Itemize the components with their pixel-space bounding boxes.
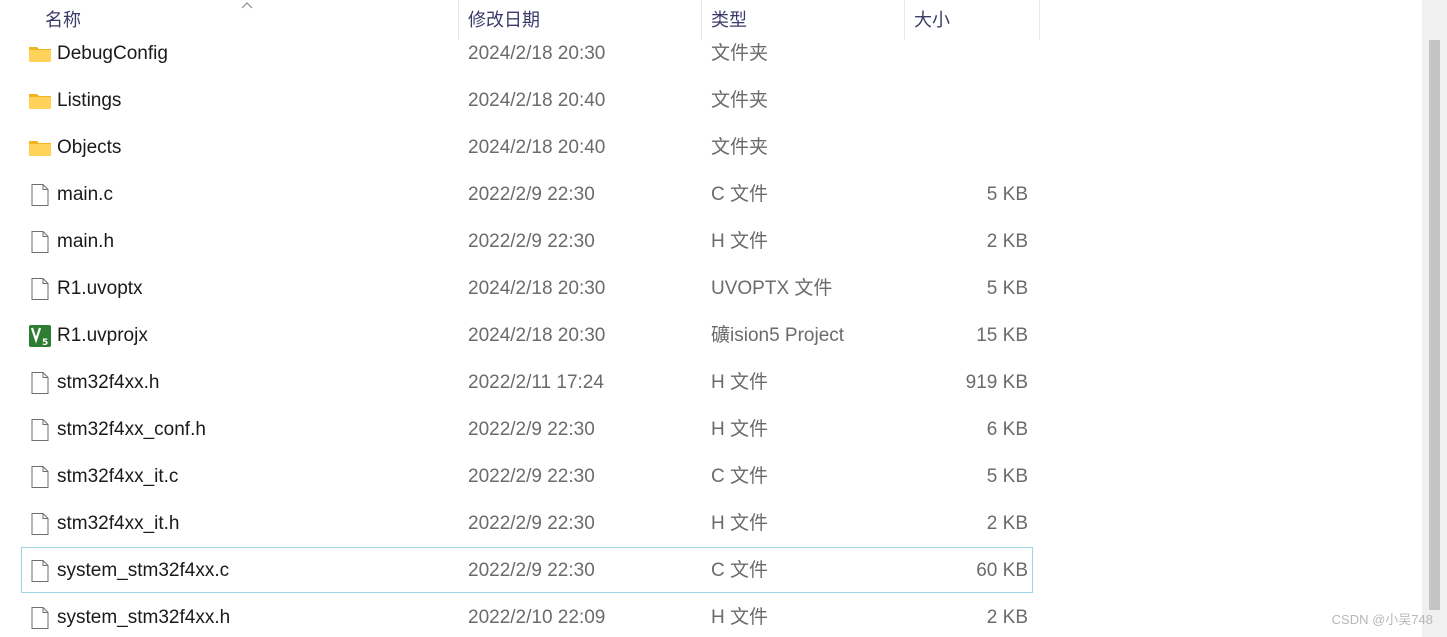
file-type: C 文件 bbox=[711, 184, 769, 205]
file-type: C 文件 bbox=[711, 466, 769, 487]
file-size: 2 KB bbox=[986, 513, 1028, 534]
file-row[interactable]: DebugConfig 2024/2/18 20:30 文件夹 bbox=[21, 30, 1033, 76]
file-size: 5 KB bbox=[986, 278, 1028, 299]
file-row[interactable]: Listings 2024/2/18 20:40 文件夹 bbox=[21, 77, 1033, 123]
file-icon bbox=[28, 277, 52, 301]
file-type: 文件夹 bbox=[711, 137, 769, 158]
file-name: stm32f4xx_it.c bbox=[57, 466, 179, 487]
file-modified-date: 2022/2/9 22:30 bbox=[468, 560, 595, 581]
file-row[interactable]: 5 R1.uvprojx 2024/2/18 20:30 礦ision5 Projec… bbox=[21, 312, 1033, 358]
file-size: 919 KB bbox=[965, 372, 1028, 393]
file-size: 15 KB bbox=[976, 325, 1028, 346]
file-type: H 文件 bbox=[711, 513, 769, 534]
file-size: 2 KB bbox=[986, 231, 1028, 252]
file-row[interactable]: main.h 2022/2/9 22:30 H 文件 2 KB bbox=[21, 218, 1033, 264]
file-row[interactable]: system_stm32f4xx.c 2022/2/9 22:30 C 文件 60 K… bbox=[21, 547, 1033, 593]
folder-icon bbox=[28, 89, 52, 113]
keil-project-icon: 5 bbox=[28, 324, 52, 348]
file-icon bbox=[28, 418, 52, 442]
column-divider[interactable] bbox=[1039, 0, 1040, 40]
folder-icon bbox=[28, 42, 52, 66]
file-icon bbox=[28, 230, 52, 254]
file-modified-date: 2022/2/9 22:30 bbox=[468, 466, 595, 487]
file-type: 文件夹 bbox=[711, 90, 769, 111]
file-row[interactable]: stm32f4xx_conf.h 2022/2/9 22:30 H 文件 6 KB bbox=[21, 406, 1033, 452]
svg-text:5: 5 bbox=[42, 338, 48, 348]
file-type: H 文件 bbox=[711, 607, 769, 628]
file-type: H 文件 bbox=[711, 372, 769, 393]
vertical-scrollbar[interactable] bbox=[1422, 0, 1447, 637]
sort-ascending-icon[interactable] bbox=[240, 0, 254, 10]
file-row[interactable]: stm32f4xx_it.h 2022/2/9 22:30 H 文件 2 KB bbox=[21, 500, 1033, 546]
file-modified-date: 2024/2/18 20:40 bbox=[468, 137, 606, 158]
file-icon bbox=[28, 559, 52, 583]
file-size: 60 KB bbox=[976, 560, 1028, 581]
file-name: stm32f4xx_conf.h bbox=[57, 419, 206, 440]
file-name: system_stm32f4xx.h bbox=[57, 607, 231, 628]
file-name: Objects bbox=[57, 137, 122, 158]
file-modified-date: 2022/2/9 22:30 bbox=[468, 184, 595, 205]
file-size: 2 KB bbox=[986, 607, 1028, 628]
file-modified-date: 2022/2/9 22:30 bbox=[468, 419, 595, 440]
file-row[interactable]: stm32f4xx_it.c 2022/2/9 22:30 C 文件 5 KB bbox=[21, 453, 1033, 499]
file-icon bbox=[28, 606, 52, 630]
file-name: stm32f4xx_it.h bbox=[57, 513, 180, 534]
file-icon bbox=[28, 465, 52, 489]
file-type: C 文件 bbox=[711, 560, 769, 581]
file-icon bbox=[28, 183, 52, 207]
file-type: 文件夹 bbox=[711, 43, 769, 64]
file-modified-date: 2022/2/9 22:30 bbox=[468, 513, 595, 534]
file-name: system_stm32f4xx.c bbox=[57, 560, 230, 581]
file-modified-date: 2024/2/18 20:30 bbox=[468, 325, 606, 346]
file-row[interactable]: Objects 2024/2/18 20:40 文件夹 bbox=[21, 124, 1033, 170]
file-row[interactable]: R1.uvoptx 2024/2/18 20:30 UVOPTX 文件 5 KB bbox=[21, 265, 1033, 311]
file-icon bbox=[28, 371, 52, 395]
file-icon bbox=[28, 512, 52, 536]
file-size: 5 KB bbox=[986, 466, 1028, 487]
file-name: main.h bbox=[57, 231, 115, 252]
file-modified-date: 2024/2/18 20:40 bbox=[468, 90, 606, 111]
file-size: 5 KB bbox=[986, 184, 1028, 205]
file-row[interactable]: system_stm32f4xx.h 2022/2/10 22:09 H 文件 2 K… bbox=[21, 594, 1033, 637]
file-name: R1.uvoptx bbox=[57, 278, 143, 299]
file-modified-date: 2024/2/18 20:30 bbox=[468, 43, 606, 64]
file-name: stm32f4xx.h bbox=[57, 372, 160, 393]
file-type: H 文件 bbox=[711, 231, 769, 252]
file-name: main.c bbox=[57, 184, 113, 205]
file-modified-date: 2024/2/18 20:30 bbox=[468, 278, 606, 299]
file-name: R1.uvprojx bbox=[57, 325, 148, 346]
folder-icon bbox=[28, 136, 52, 160]
file-modified-date: 2022/2/9 22:30 bbox=[468, 231, 595, 252]
file-row[interactable]: main.c 2022/2/9 22:30 C 文件 5 KB bbox=[21, 171, 1033, 217]
file-modified-date: 2022/2/10 22:09 bbox=[468, 607, 606, 628]
file-type: H 文件 bbox=[711, 419, 769, 440]
file-row[interactable]: stm32f4xx.h 2022/2/11 17:24 H 文件 919 KB bbox=[21, 359, 1033, 405]
file-name: DebugConfig bbox=[57, 43, 168, 64]
file-type: 礦ision5 Project bbox=[711, 325, 845, 346]
watermark: CSDN @小吴748 bbox=[1331, 612, 1433, 627]
scrollbar-thumb[interactable] bbox=[1429, 40, 1440, 610]
file-modified-date: 2022/2/11 17:24 bbox=[468, 372, 604, 393]
file-name: Listings bbox=[57, 90, 122, 111]
file-size: 6 KB bbox=[986, 419, 1028, 440]
file-type: UVOPTX 文件 bbox=[711, 278, 833, 299]
file-explorer-window: 名称 修改日期 类型 大小 DebugConfig 2024/2/18 20:30… bbox=[0, 0, 1447, 637]
